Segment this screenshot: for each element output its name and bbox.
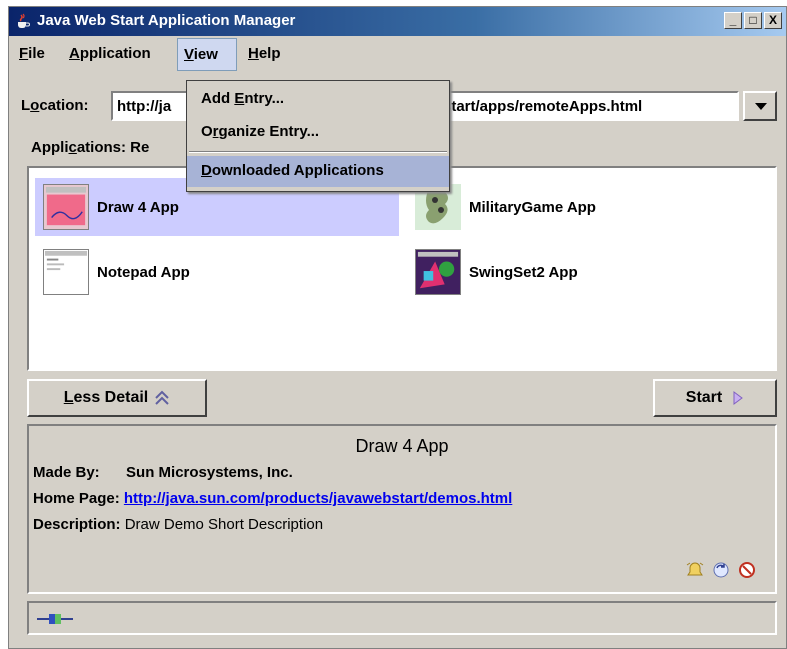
app-item-swingset2[interactable]: SwingSet2 App: [407, 243, 767, 301]
details-title: Draw 4 App: [355, 436, 449, 456]
network-plug-icon: [37, 614, 73, 624]
app-name: Draw 4 App: [97, 198, 179, 216]
start-button[interactable]: Start: [653, 379, 777, 417]
remove-icon[interactable]: [737, 560, 757, 580]
location-value-prefix: http://ja: [117, 98, 172, 115]
swingset2-app-icon: [415, 249, 461, 295]
menu-item-organize-entry[interactable]: Organize Entry...: [187, 117, 449, 148]
made-by-label: Made By:: [33, 464, 100, 481]
menu-item-add-entry[interactable]: Add Entry...: [187, 84, 449, 115]
less-detail-button[interactable]: Less Detail: [27, 379, 207, 417]
menu-application-mnemonic: A: [69, 45, 80, 62]
application-window: Java Web Start Application Manager _ □ X…: [8, 6, 787, 649]
draw-app-icon: [43, 184, 89, 230]
menu-file[interactable]: File: [13, 38, 51, 71]
menu-help[interactable]: Help: [242, 38, 287, 71]
maximize-button[interactable]: □: [744, 12, 762, 29]
app-item-militarygame[interactable]: MilitaryGame App: [407, 178, 767, 236]
details-icon-group: [685, 560, 757, 580]
menu-view[interactable]: View: [177, 38, 237, 71]
made-by-value: Sun Microsystems, Inc.: [126, 464, 293, 481]
less-detail-mnemonic: L: [63, 389, 74, 406]
description-value: Draw Demo Short Description: [124, 516, 324, 533]
status-bar: [27, 601, 777, 635]
view-menu-dropdown: Add Entry... Organize Entry... Downloade…: [186, 80, 450, 192]
description-label: Description:: [33, 516, 121, 533]
menu-application[interactable]: Application: [63, 38, 157, 71]
menu-item-downloaded-applications[interactable]: Downloaded Applications: [187, 156, 449, 187]
less-detail-label: ess Detail: [73, 389, 149, 406]
app-item-notepad[interactable]: Notepad App: [35, 243, 399, 301]
menu-help-mnemonic: H: [248, 45, 259, 62]
play-arrow-icon: [733, 391, 744, 405]
applications-label: Applications: Re: [31, 139, 150, 156]
description-row: Description: Draw Demo Short Description: [33, 516, 323, 533]
java-cup-icon: [18, 13, 30, 28]
menu-file-label: ile: [28, 45, 45, 62]
applications-list: Draw 4 App MilitaryGame App Notepad App: [27, 166, 777, 371]
menu-help-label: elp: [258, 45, 281, 62]
alarm-icon[interactable]: [685, 560, 705, 580]
location-value-suffix: start/apps/remoteApps.html: [443, 98, 643, 115]
title-bar[interactable]: Java Web Start Application Manager _ □ X: [9, 7, 786, 36]
menu-view-mnemonic: V: [184, 46, 194, 63]
double-chevron-up-icon: [155, 390, 169, 405]
home-page-label: Home Page:: [33, 490, 120, 507]
minimize-button[interactable]: _: [724, 12, 742, 29]
menu-bar: File Application View Help: [9, 38, 786, 71]
update-icon[interactable]: [711, 560, 731, 580]
app-name: Notepad App: [97, 263, 190, 281]
window-title: Java Web Start Application Manager: [37, 12, 296, 29]
menu-view-label: iew: [193, 46, 218, 63]
made-by-row: Made By: Sun Microsystems, Inc.: [33, 464, 293, 481]
close-button[interactable]: X: [764, 12, 782, 29]
menu-file-mnemonic: F: [19, 45, 29, 62]
menu-separator: [189, 151, 447, 153]
location-label: Location:: [21, 97, 89, 114]
location-dropdown-button[interactable]: [743, 91, 777, 121]
home-page-row: Home Page: http://java.sun.com/products/…: [33, 490, 512, 507]
app-name: MilitaryGame App: [469, 198, 596, 216]
app-name: SwingSet2 App: [469, 263, 578, 281]
details-panel: Draw 4 App Made By: Sun Microsystems, In…: [27, 424, 777, 594]
notepad-app-icon: [43, 249, 89, 295]
start-label: Start: [685, 389, 723, 406]
menu-application-label: pplication: [79, 45, 151, 62]
home-page-link[interactable]: http://java.sun.com/products/javawebstar…: [124, 490, 512, 507]
